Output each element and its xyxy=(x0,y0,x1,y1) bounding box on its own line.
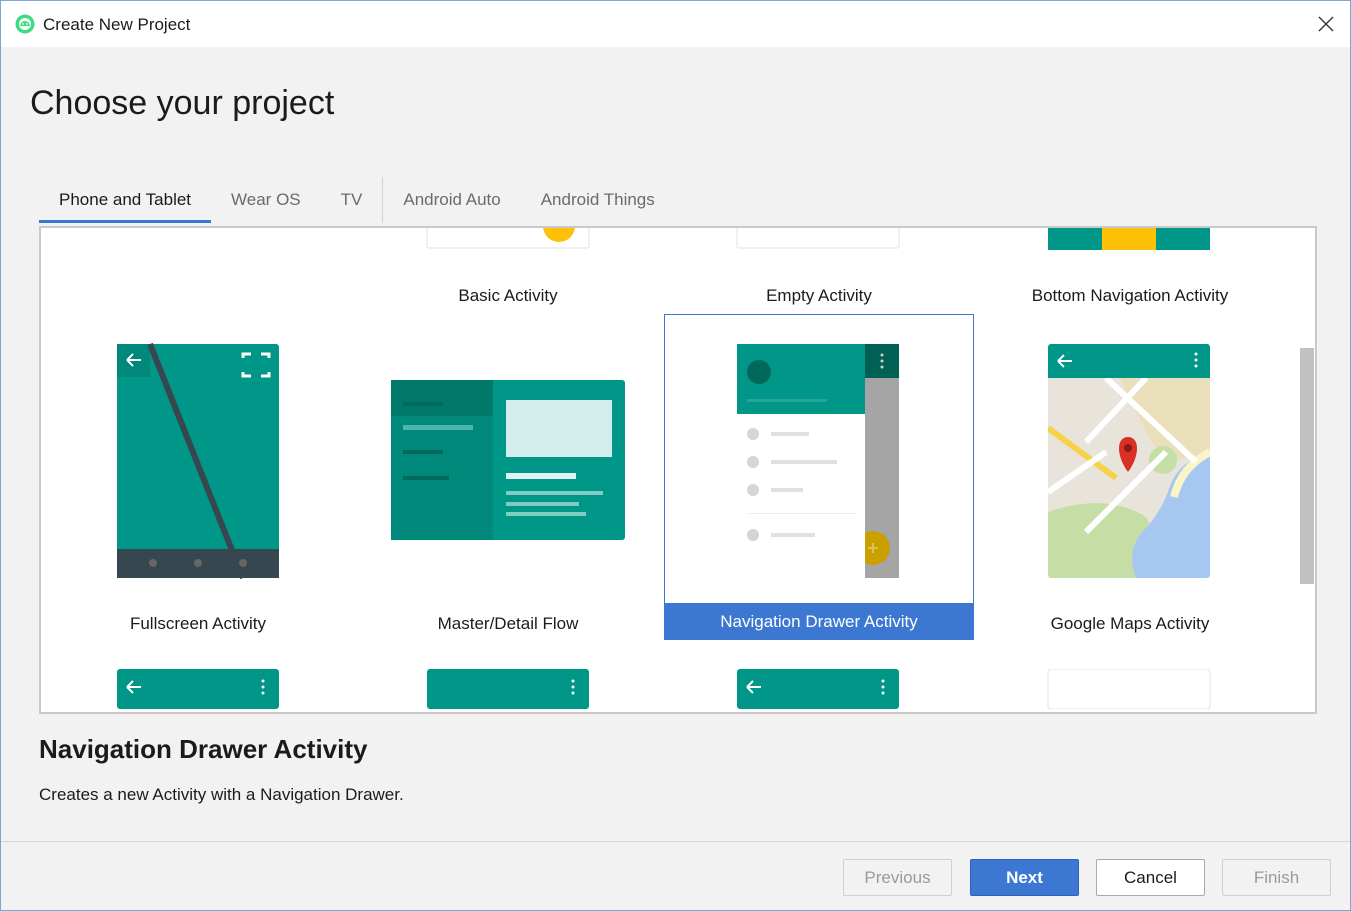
template-preview-partial[interactable] xyxy=(115,669,281,709)
template-description-title: Navigation Drawer Activity xyxy=(39,734,368,764)
template-preview-partial[interactable] xyxy=(425,669,591,709)
next-button[interactable]: Next xyxy=(970,859,1079,896)
google-maps-preview xyxy=(1048,344,1210,578)
tab-phone-and-tablet[interactable]: Phone and Tablet xyxy=(39,177,212,223)
window-title: Create New Project xyxy=(43,15,191,34)
template-preview-partial[interactable] xyxy=(735,669,901,709)
cancel-button[interactable]: Cancel xyxy=(1096,859,1205,896)
template-label-selected: Navigation Drawer Activity xyxy=(664,603,974,640)
template-label: Bottom Navigation Activity xyxy=(1031,286,1229,305)
template-preview-partial[interactable] xyxy=(1046,669,1212,709)
empty-activity-preview xyxy=(736,228,900,249)
template-label: Empty Activity xyxy=(766,286,872,305)
template-label: Basic Activity xyxy=(458,286,558,305)
close-icon xyxy=(1318,16,1334,32)
template-description-text: Creates a new Activity with a Navigation… xyxy=(39,785,404,804)
tab-android-auto[interactable]: Android Auto xyxy=(383,177,520,223)
previous-button[interactable]: Previous xyxy=(843,859,952,896)
tab-android-things[interactable]: Android Things xyxy=(521,177,675,223)
bottom-navigation-preview xyxy=(1048,228,1210,250)
grid-scrollbar[interactable] xyxy=(1300,348,1314,584)
navigation-drawer-preview xyxy=(737,344,899,578)
template-grid: Basic Activity Empty Activity Bottom Nav… xyxy=(39,226,1317,714)
footer-divider xyxy=(1,841,1350,842)
tab-tv[interactable]: TV xyxy=(321,177,383,223)
title-bar: Create New Project xyxy=(1,1,1350,47)
fullscreen-activity-preview xyxy=(117,342,279,580)
master-detail-preview xyxy=(391,380,625,540)
device-tabs: Phone and Tablet Wear OS TV Android Auto… xyxy=(39,177,675,223)
template-label: Fullscreen Activity xyxy=(129,614,267,633)
finish-button[interactable]: Finish xyxy=(1222,859,1331,896)
template-label: Master/Detail Flow xyxy=(437,614,579,633)
basic-activity-preview xyxy=(426,228,590,249)
page-title: Choose your project xyxy=(30,84,335,122)
android-studio-icon xyxy=(15,14,35,34)
close-button[interactable] xyxy=(1301,1,1351,47)
tab-wear-os[interactable]: Wear OS xyxy=(211,177,321,223)
template-label: Google Maps Activity xyxy=(1050,614,1210,633)
create-project-dialog: Create New Project Choose your project P… xyxy=(0,0,1351,911)
